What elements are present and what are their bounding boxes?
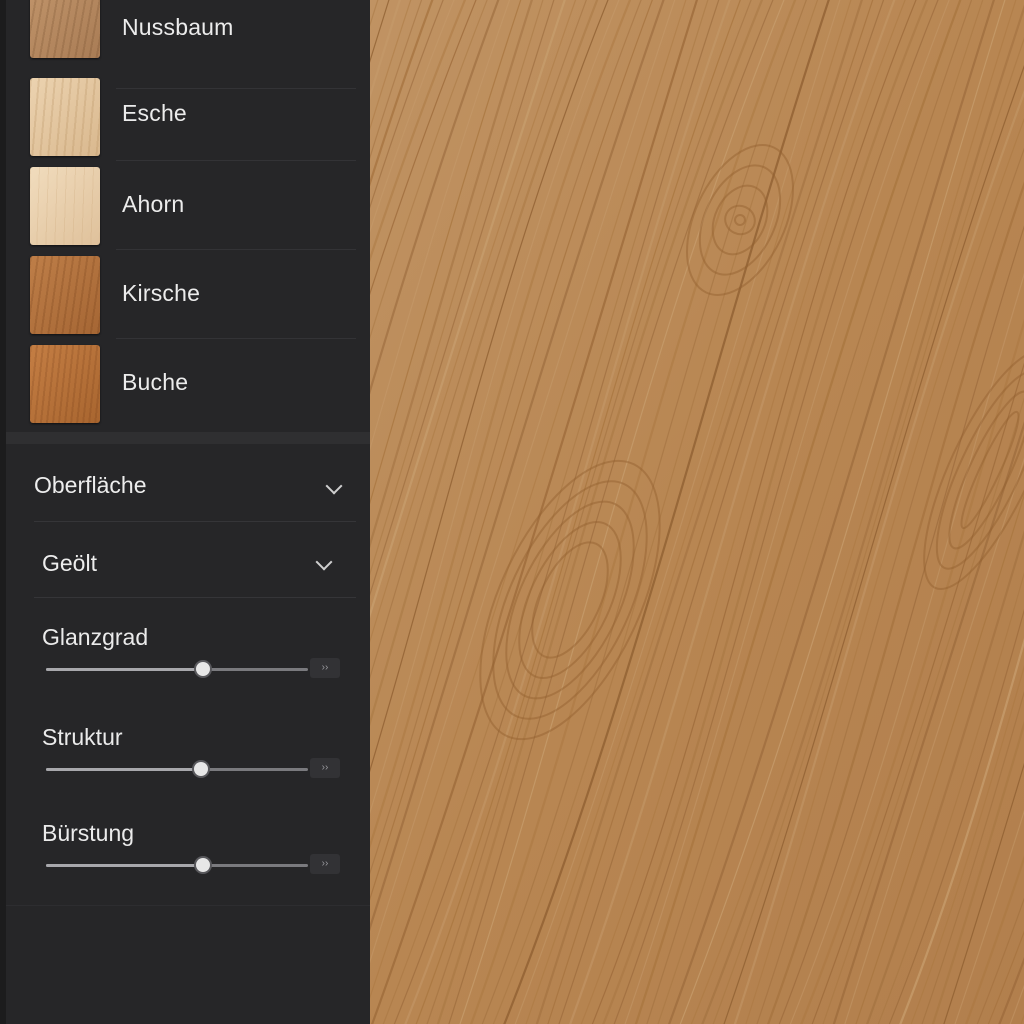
structure-slider-thumb[interactable] — [193, 762, 208, 776]
structure-slider-group: Struktur ›› — [6, 724, 370, 814]
brushing-label: Bürstung — [42, 820, 135, 846]
wood-label: Nussbaum — [122, 14, 234, 40]
brushing-slider-fill — [46, 864, 204, 867]
finish-selected-value: Geölt — [42, 550, 97, 576]
surface-dropdown[interactable]: Oberfläche — [6, 448, 370, 522]
wood-label: Esche — [122, 100, 187, 126]
wood-texture-preview[interactable] — [370, 0, 1024, 1024]
wood-label: Ahorn — [122, 191, 185, 217]
wood-swatch-kirsche — [30, 256, 100, 334]
brushing-slider[interactable] — [46, 858, 308, 872]
divider — [34, 521, 356, 522]
structure-label: Struktur — [42, 724, 123, 750]
wood-swatch-nussbaum — [30, 0, 100, 58]
gloss-slider-thumb[interactable] — [196, 662, 211, 676]
slider-end-icon[interactable]: ›› — [310, 854, 340, 874]
sidebar-footer — [6, 905, 370, 1024]
wood-item-kirsche[interactable]: Kirsche — [6, 250, 370, 339]
wood-swatch-esche — [30, 78, 100, 156]
wood-type-list: Nussbaum Esche Ahorn Kirsche Buche — [6, 0, 370, 432]
slider-end-icon[interactable]: ›› — [310, 658, 340, 678]
chevron-down-icon — [315, 553, 333, 571]
wood-label: Buche — [122, 369, 189, 395]
surface-label: Oberfläche — [34, 472, 147, 498]
finish-dropdown[interactable]: Geölt — [6, 524, 370, 598]
material-editor: Nussbaum Esche Ahorn Kirsche Buche Oberf… — [0, 0, 1024, 1024]
brushing-slider-thumb[interactable] — [196, 858, 211, 872]
wood-item-buche[interactable]: Buche — [6, 339, 370, 428]
gloss-slider-fill — [46, 668, 204, 671]
wood-grain-image — [370, 0, 1024, 1024]
wood-label: Kirsche — [122, 280, 201, 306]
structure-slider[interactable] — [46, 762, 308, 776]
section-separator — [6, 432, 370, 444]
chevron-down-icon — [325, 477, 343, 495]
wood-swatch-ahorn — [30, 167, 100, 245]
wood-item-esche[interactable]: Esche — [6, 72, 370, 161]
gloss-slider-group: Glanzgrad ›› — [6, 624, 370, 714]
gloss-slider[interactable] — [46, 662, 308, 676]
slider-end-icon[interactable]: ›› — [310, 758, 340, 778]
structure-slider-fill — [46, 768, 201, 771]
wood-item-ahorn[interactable]: Ahorn — [6, 161, 370, 250]
material-sidebar: Nussbaum Esche Ahorn Kirsche Buche Oberf… — [0, 0, 370, 1024]
wood-swatch-buche — [30, 345, 100, 423]
gloss-label: Glanzgrad — [42, 624, 149, 650]
brushing-slider-group: Bürstung ›› — [6, 820, 370, 910]
divider — [34, 597, 356, 598]
